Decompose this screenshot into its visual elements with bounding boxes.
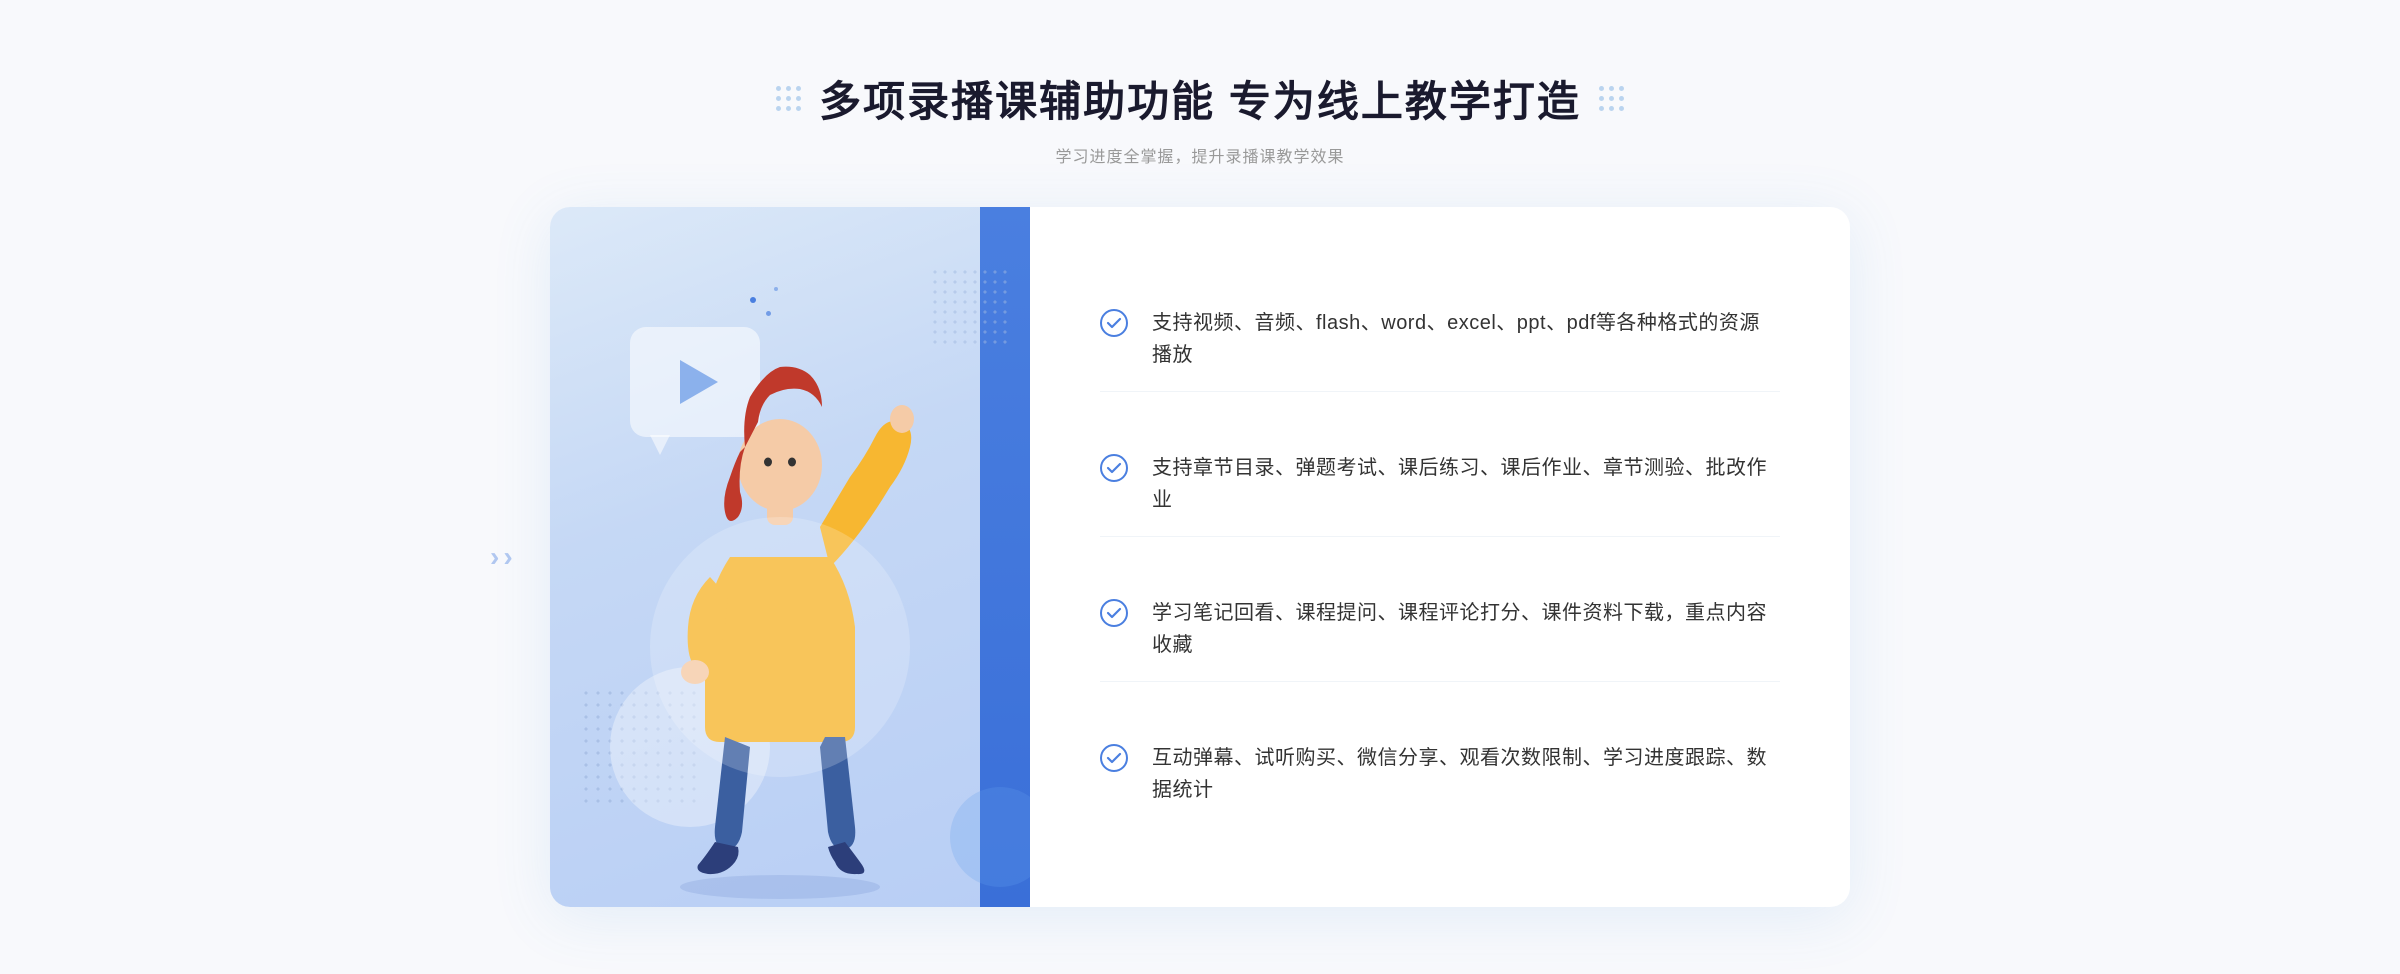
feature-text-3: 学习笔记回看、课程提问、课程评论打分、课件资料下载，重点内容收藏 xyxy=(1152,597,1780,661)
feature-item-3: 学习笔记回看、课程提问、课程评论打分、课件资料下载，重点内容收藏 xyxy=(1100,577,1780,682)
feature-item-2: 支持章节目录、弹题考试、课后练习、课后作业、章节测验、批改作业 xyxy=(1100,432,1780,537)
chevron-icon: › xyxy=(503,541,512,573)
right-dots-decoration xyxy=(1599,86,1624,111)
page-title: 多项录播课辅助功能 专为线上教学打造 xyxy=(819,68,1581,129)
person-illustration xyxy=(550,207,1030,907)
features-panel: 支持视频、音频、flash、word、excel、ppt、pdf等各种格式的资源… xyxy=(1030,207,1850,907)
page-subtitle: 学习进度全掌握，提升录播课教学效果 xyxy=(776,143,1624,167)
check-icon-1 xyxy=(1100,309,1128,337)
feature-text-2: 支持章节目录、弹题考试、课后练习、课后作业、章节测验、批改作业 xyxy=(1152,452,1780,516)
feature-item-4: 互动弹幕、试听购买、微信分享、观看次数限制、学习进度跟踪、数据统计 xyxy=(1100,722,1780,826)
feature-item-1: 支持视频、音频、flash、word、excel、ppt、pdf等各种格式的资源… xyxy=(1100,287,1780,392)
header-section: 多项录播课辅助功能 专为线上教学打造 学习进度全掌握，提升录播课教学效果 xyxy=(776,68,1624,167)
feature-text-1: 支持视频、音频、flash、word、excel、ppt、pdf等各种格式的资源… xyxy=(1152,307,1780,371)
left-dots-decoration xyxy=(776,86,801,111)
feature-text-4: 互动弹幕、试听购买、微信分享、观看次数限制、学习进度跟踪、数据统计 xyxy=(1152,742,1780,806)
title-row: 多项录播课辅助功能 专为线上教学打造 xyxy=(776,68,1624,129)
chevron-icon: › xyxy=(490,541,499,573)
left-chevrons-decoration: › › xyxy=(490,541,513,573)
check-icon-3 xyxy=(1100,599,1128,627)
check-icon-4 xyxy=(1100,744,1128,772)
content-card: › › xyxy=(550,207,1850,907)
page-container: 多项录播课辅助功能 专为线上教学打造 学习进度全掌握，提升录播课教学效果 › › xyxy=(500,68,1900,907)
illustration-panel xyxy=(550,207,1030,907)
check-icon-2 xyxy=(1100,454,1128,482)
